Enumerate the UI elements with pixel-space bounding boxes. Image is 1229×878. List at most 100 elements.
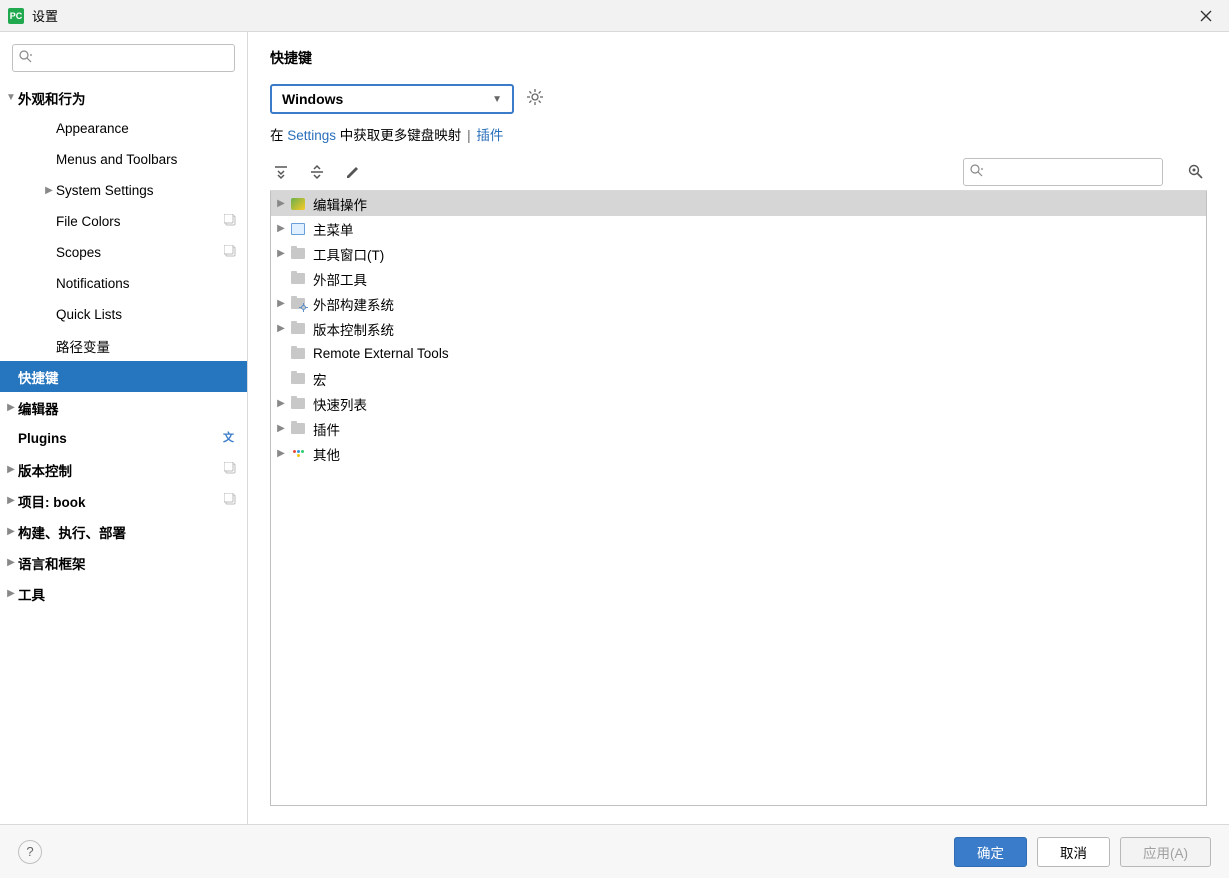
action-label: 编辑操作 [313,194,367,214]
action-label: 主菜单 [313,219,354,239]
sidebar-item-11[interactable]: Plugins文 [0,423,247,454]
plugin-link[interactable]: 插件 [476,128,503,143]
chevron-right-icon: ▶ [273,448,289,459]
sidebar-item-13[interactable]: ▶项目: book [0,485,247,516]
action-row-2[interactable]: ▶ 工具窗口(T) [271,241,1206,266]
find-by-shortcut-button[interactable] [1185,161,1207,183]
action-row-10[interactable]: ▶ 其他 [271,441,1206,466]
sidebar-search-wrap [0,32,247,82]
chevron-down-icon: ▼ [4,92,18,103]
sidebar-item-label: 快捷键 [18,367,237,387]
cancel-button[interactable]: 取消 [1037,837,1110,867]
sidebar-item-label: File Colors [56,214,224,229]
sidebar-item-12[interactable]: ▶版本控制 [0,454,247,485]
help-icon: ? [26,844,33,859]
chevron-right-icon: ▶ [42,185,56,196]
language-icon: 文 [223,430,237,447]
scheme-gear-button[interactable] [526,88,544,111]
action-row-7[interactable]: 宏 [271,366,1206,391]
keymap-link-row: 在 Settings 中获取更多键盘映射 | 插件 [270,124,1207,144]
close-button[interactable] [1191,4,1221,28]
ok-button[interactable]: 确定 [954,837,1027,867]
find-shortcut-icon [1188,164,1204,180]
content-pane: 快捷键 Windows ▼ 在 Settings 中获取更多键盘映射 | 插件 [248,32,1229,824]
chevron-right-icon: ▶ [4,464,18,475]
menu-icon [289,223,307,235]
actions-search-box[interactable] [963,158,1163,186]
sidebar-item-label: Appearance [56,121,237,136]
titlebar: PC 设置 [0,0,1229,32]
scheme-selected-label: Windows [282,91,343,107]
help-button[interactable]: ? [18,840,42,864]
chevron-down-icon: ▼ [492,94,502,105]
action-label: 外部构建系统 [313,294,394,314]
actions-tree[interactable]: ▶编辑操作▶主菜单▶工具窗口(T)外部工具▶外部构建系统▶版本控制系统Remot… [270,191,1207,806]
project-badge-icon [224,462,237,478]
link-middle-text: 中获取更多键盘映射 [336,128,465,143]
action-label: 工具窗口(T) [313,244,384,264]
link-prefix-text: 在 [270,128,287,143]
sidebar-item-16[interactable]: ▶工具 [0,578,247,609]
sidebar-item-label: 外观和行为 [18,88,237,108]
action-row-0[interactable]: ▶编辑操作 [271,191,1206,216]
sidebar-item-label: 语言和框架 [18,553,237,573]
sidebar-item-label: Plugins [18,431,223,446]
project-badge-icon [224,245,237,261]
sidebar-item-7[interactable]: Quick Lists [0,299,247,330]
chevron-right-icon: ▶ [273,248,289,259]
pencil-icon [345,164,361,180]
edit-shortcut-button[interactable] [342,161,364,183]
sidebar-item-0[interactable]: ▼外观和行为 [0,82,247,113]
action-row-1[interactable]: ▶ 主菜单 [271,216,1206,241]
keymap-scheme-select[interactable]: Windows ▼ [270,84,514,114]
sidebar-item-15[interactable]: ▶语言和框架 [0,547,247,578]
sidebar-search-input[interactable] [36,51,228,66]
sidebar-item-label: System Settings [56,183,237,198]
sidebar-item-label: Notifications [56,276,237,291]
action-row-5[interactable]: ▶版本控制系统 [271,316,1206,341]
sidebar-item-label: 路径变量 [56,336,237,356]
window-title: 设置 [32,6,58,25]
gear-icon [526,88,544,106]
apply-button[interactable]: 应用(A) [1120,837,1211,867]
sidebar-item-label: 编辑器 [18,398,237,418]
sidebar-item-8[interactable]: 路径变量 [0,330,247,361]
sidebar-item-label: Menus and Toolbars [56,152,237,167]
content-title: 快捷键 [270,48,1207,68]
action-row-8[interactable]: ▶快速列表 [271,391,1206,416]
action-row-9[interactable]: ▶插件 [271,416,1206,441]
collapse-all-button[interactable] [306,161,328,183]
sidebar-item-label: 构建、执行、部署 [18,522,237,542]
sidebar-item-2[interactable]: Menus and Toolbars [0,144,247,175]
project-badge-icon [224,493,237,509]
sidebar-item-3[interactable]: ▶System Settings [0,175,247,206]
folder-icon [289,273,307,284]
expand-all-button[interactable] [270,161,292,183]
sidebar-item-10[interactable]: ▶编辑器 [0,392,247,423]
action-row-4[interactable]: ▶外部构建系统 [271,291,1206,316]
action-label: 其他 [313,444,340,464]
sidebar-item-label: Quick Lists [56,307,237,322]
sidebar-tree[interactable]: ▼外观和行为AppearanceMenus and Toolbars▶Syste… [0,82,247,824]
actions-search-input[interactable] [987,165,1163,180]
chevron-right-icon: ▶ [4,495,18,506]
chevron-right-icon: ▶ [4,402,18,413]
scheme-row: Windows ▼ [270,84,1207,114]
sidebar-item-6[interactable]: Notifications [0,268,247,299]
sidebar-item-1[interactable]: Appearance [0,113,247,144]
sidebar-item-14[interactable]: ▶构建、执行、部署 [0,516,247,547]
action-label: Remote External Tools [313,346,449,361]
sidebar-search-box[interactable] [12,44,235,72]
action-row-6[interactable]: Remote External Tools [271,341,1206,366]
action-row-3[interactable]: 外部工具 [271,266,1206,291]
settings-link[interactable]: Settings [287,128,336,143]
link-separator: | [467,128,471,143]
sidebar-item-label: Scopes [56,245,224,260]
sidebar-item-4[interactable]: File Colors [0,206,247,237]
search-icon [970,164,983,180]
chevron-right-icon: ▶ [273,223,289,234]
collapse-all-icon [309,164,325,180]
sidebar-item-5[interactable]: Scopes [0,237,247,268]
sidebar-item-9[interactable]: 快捷键 [0,361,247,392]
folder-icon [289,248,307,259]
